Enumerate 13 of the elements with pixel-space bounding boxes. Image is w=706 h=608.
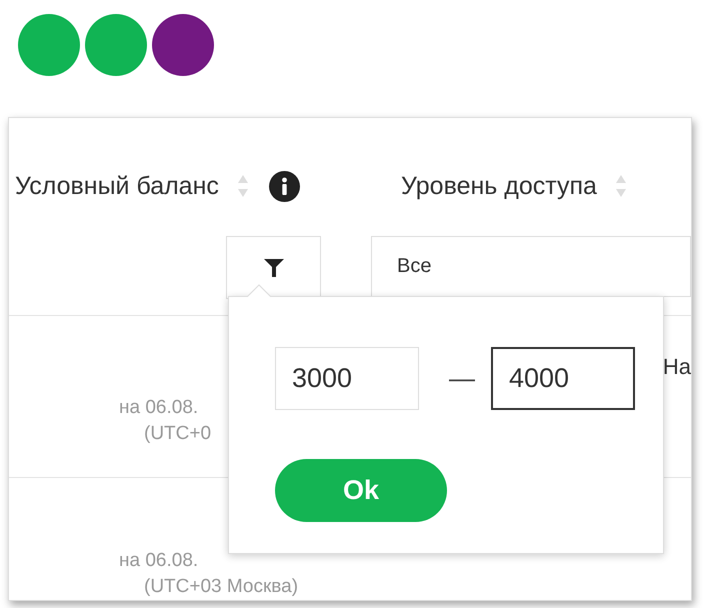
info-icon[interactable]: [268, 170, 300, 202]
number-input[interactable]: 3000: [275, 347, 419, 410]
column-header[interactable]: Уровень доступа: [401, 172, 597, 200]
column-header[interactable]: Условный баланс: [15, 172, 219, 200]
filter-icon: [264, 258, 284, 276]
date-text: на 06.08.: [119, 549, 200, 573]
number-input[interactable]: 4000: [491, 347, 635, 410]
date-text: (UTC+0: [143, 422, 212, 446]
filter-button[interactable]: [226, 236, 321, 299]
date-text: на 06.08.: [119, 396, 200, 420]
range-separator: —: [449, 363, 475, 394]
cell-text: На: [662, 354, 691, 381]
date-text: (UTC+03 Москва): [143, 575, 300, 599]
